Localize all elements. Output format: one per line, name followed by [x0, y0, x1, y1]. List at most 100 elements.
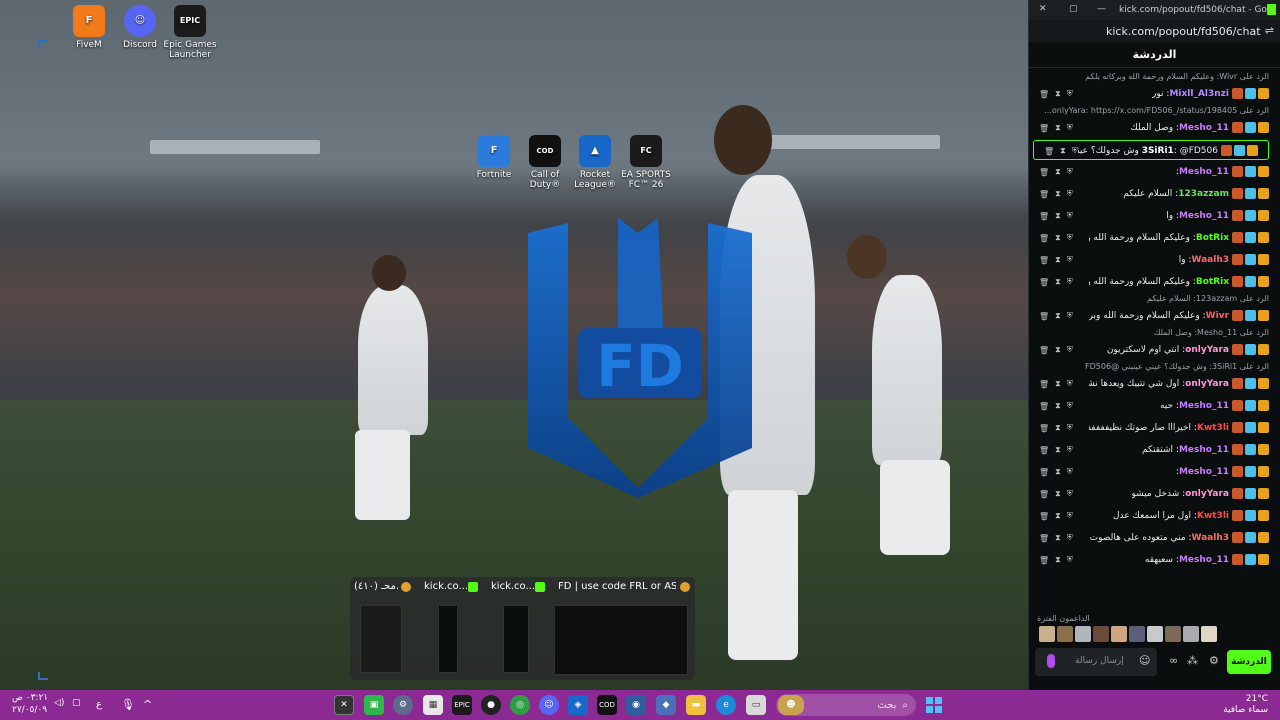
- username[interactable]: onlyYara: [1185, 489, 1229, 499]
- trash-icon[interactable]: 🗑: [1039, 512, 1049, 521]
- chat-message[interactable]: 🗑 ⧗ ⛨ Mesho_11: حيه: [1029, 396, 1279, 416]
- trash-icon[interactable]: 🗑: [1044, 147, 1054, 156]
- username[interactable]: Mesho_11: [1179, 445, 1229, 455]
- trash-icon[interactable]: 🗑: [1039, 446, 1049, 455]
- chat-message[interactable]: 🗑 ⧗ ⛨ Waalh3: وا: [1029, 250, 1279, 270]
- app-icon-4[interactable]: COD: [597, 695, 617, 715]
- chat-message[interactable]: 🗑 ⧗ ⛨3SiRi1: @FD506 وش جدولك؟ عيني عينيني: [1033, 140, 1269, 160]
- app-icon-5[interactable]: ◉: [626, 695, 646, 715]
- start-button[interactable]: [924, 695, 944, 715]
- chat-message[interactable]: 🗑 ⧗ ⛨ Mesho_11: وا: [1029, 206, 1279, 226]
- shield-icon[interactable]: ⛨: [1067, 401, 1073, 411]
- trash-icon[interactable]: 🗑: [1039, 278, 1049, 287]
- shield-icon[interactable]: ⛨: [1067, 255, 1073, 265]
- store-icon[interactable]: ▦: [423, 695, 443, 715]
- chat-message[interactable]: 🗑 ⧗ ⛨ Kwt3li: اخيرااا صار صوتك نظيفففففف: [1029, 418, 1279, 438]
- shield-icon[interactable]: ⛨: [1067, 233, 1073, 243]
- trash-icon[interactable]: 🗑: [1039, 534, 1049, 543]
- trash-icon[interactable]: 🗑: [1039, 312, 1049, 321]
- trash-icon[interactable]: 🗑: [1039, 468, 1049, 477]
- trash-icon[interactable]: 🗑: [1039, 346, 1049, 355]
- trash-icon[interactable]: 🗑: [1039, 256, 1049, 265]
- chat-message[interactable]: 🗑 ⧗ ⛨ onlyYara: اول شي تتبيك ويعدها نشوف: [1029, 374, 1279, 394]
- chrome-taskbar-icon[interactable]: ◎: [510, 695, 530, 715]
- timeout-icon[interactable]: ⧗: [1055, 489, 1061, 499]
- chat-avatars-icon[interactable]: ☻: [778, 695, 804, 715]
- chat-message[interactable]: 🗑 ⧗ ⛨ onlyYara: شدخل ميشو: [1029, 484, 1279, 504]
- shield-icon[interactable]: ⛨: [1067, 555, 1073, 565]
- username[interactable]: 123azzam: [1178, 189, 1229, 199]
- minimize-icon[interactable]: —: [1097, 4, 1106, 14]
- timeout-icon[interactable]: ⧗: [1055, 379, 1061, 389]
- timeout-icon[interactable]: ⧗: [1055, 445, 1061, 455]
- timeout-icon[interactable]: ⧗: [1055, 345, 1061, 355]
- username[interactable]: Waalh3: [1191, 255, 1229, 265]
- username[interactable]: BotRix: [1196, 277, 1229, 287]
- shield-icon[interactable]: ⛨: [1067, 533, 1073, 543]
- username[interactable]: Mesho_11: [1179, 167, 1229, 177]
- shield-icon[interactable]: ⛨: [1067, 489, 1073, 499]
- username[interactable]: Mesho_11: [1179, 211, 1229, 221]
- trash-icon[interactable]: 🗑: [1039, 124, 1049, 133]
- shield-icon[interactable]: ⛨: [1067, 345, 1073, 355]
- preview-window-3[interactable]: kick.co...: [487, 577, 549, 680]
- shield-icon[interactable]: ⛨: [1067, 445, 1073, 455]
- username[interactable]: Mesho_11: [1179, 467, 1229, 477]
- trash-icon[interactable]: 🗑: [1039, 212, 1049, 221]
- timeout-icon[interactable]: ⧗: [1055, 167, 1061, 177]
- trash-icon[interactable]: 🗑: [1039, 556, 1049, 565]
- site-settings-icon[interactable]: ⇌: [1265, 24, 1274, 37]
- chat-message[interactable]: 🗑 ⧗ ⛨ Waalh3: مني متعوده على هالصوت اين: [1029, 528, 1279, 548]
- trash-icon[interactable]: 🗑: [1039, 490, 1049, 499]
- chevron-up-icon[interactable]: ^: [143, 698, 152, 711]
- chat-message[interactable]: 🗑 ⧗ ⛨ Wivr: وعليكم السلام ورحمة الله وبركات…: [1029, 306, 1279, 326]
- timeout-icon[interactable]: ⧗: [1060, 146, 1066, 156]
- settings-icon[interactable]: ⚙: [393, 695, 413, 715]
- message-input[interactable]: ☺ إرسال رسالة: [1035, 648, 1157, 676]
- trash-icon[interactable]: 🗑: [1039, 168, 1049, 177]
- timeout-icon[interactable]: ⧗: [1055, 423, 1061, 433]
- shield-icon[interactable]: ⛨: [1067, 511, 1073, 521]
- loop-icon[interactable]: ∞: [1169, 654, 1178, 667]
- chat-message[interactable]: 🗑 ⧗ ⛨ 123azzam: السلام عليكم: [1029, 184, 1279, 204]
- chat-message[interactable]: 🗑 ⧗ ⛨ Mesho_11: اشتقتكم: [1029, 440, 1279, 460]
- shield-icon[interactable]: ⛨: [1067, 211, 1073, 221]
- username[interactable]: onlyYara: [1185, 345, 1229, 355]
- close-icon[interactable]: ✕: [1039, 4, 1047, 14]
- chat-message[interactable]: 🗑 ⧗ ⛨ onlyYara: انتي اوم لاسكتريون: [1029, 340, 1279, 360]
- shield-icon[interactable]: ⛨: [1067, 277, 1073, 287]
- username[interactable]: onlyYara: [1185, 379, 1229, 389]
- timeout-icon[interactable]: ⧗: [1055, 311, 1061, 321]
- app-icon-6[interactable]: ◆: [656, 695, 676, 715]
- preview-window-1[interactable]: (٤١٠) محـ...: [350, 577, 415, 680]
- timeout-icon[interactable]: ⧗: [1055, 255, 1061, 265]
- chat-message[interactable]: 🗑 ⧗ ⛨ Mixll_Al3nzi: نور: [1029, 84, 1279, 104]
- username[interactable]: BotRix: [1196, 233, 1229, 243]
- trash-icon[interactable]: 🗑: [1039, 90, 1049, 99]
- username[interactable]: Wivr: [1206, 311, 1229, 321]
- username[interactable]: Waalh3: [1191, 533, 1229, 543]
- timeout-icon[interactable]: ⧗: [1055, 211, 1061, 221]
- address-bar[interactable]: kick.com/popout/fd506/chat ⇌: [1029, 20, 1280, 42]
- timeout-icon[interactable]: ⧗: [1055, 511, 1061, 521]
- emoji-icon[interactable]: ☺: [1139, 654, 1150, 667]
- username[interactable]: Mesho_11: [1179, 123, 1229, 133]
- trash-icon[interactable]: 🗑: [1039, 402, 1049, 411]
- app-icon-3[interactable]: ◈: [568, 695, 588, 715]
- app-icon-2[interactable]: ▣: [364, 695, 384, 715]
- microphone-icon[interactable]: 🎙: [121, 698, 135, 711]
- chat-message[interactable]: 🗑 ⧗ ⛨ Mesho_11:: [1029, 462, 1279, 482]
- timeout-icon[interactable]: ⧗: [1055, 89, 1061, 99]
- username[interactable]: Kwt3li: [1197, 423, 1229, 433]
- epic-taskbar-icon[interactable]: EPIC: [452, 695, 472, 715]
- chat-message[interactable]: 🗑 ⧗ ⛨ Kwt3li: اول مرا اسمعك عدل: [1029, 506, 1279, 526]
- timeout-icon[interactable]: ⧗: [1055, 233, 1061, 243]
- shield-icon[interactable]: ⛨: [1067, 311, 1073, 321]
- clock-date[interactable]: ٢٧/٠٥/٠٩: [12, 705, 47, 715]
- volume-icon[interactable]: ◁): [54, 698, 64, 708]
- timeout-icon[interactable]: ⧗: [1055, 467, 1061, 477]
- preview-window-2[interactable]: kick.co...: [420, 577, 482, 680]
- timeout-icon[interactable]: ⧗: [1055, 555, 1061, 565]
- timeout-icon[interactable]: ⧗: [1055, 533, 1061, 543]
- settings-gear-icon[interactable]: ⚙: [1209, 654, 1219, 667]
